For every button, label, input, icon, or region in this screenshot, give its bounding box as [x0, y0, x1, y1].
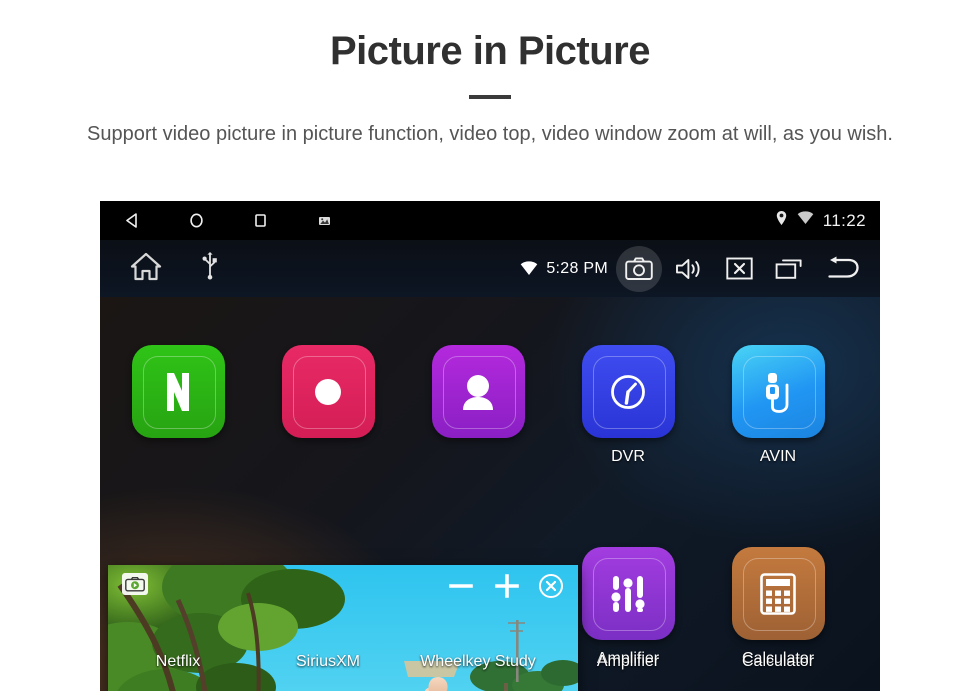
home-desktop: DVR AVIN Amplifier Calculator Netflix Si… — [100, 297, 880, 691]
siriusxm-icon — [281, 345, 375, 438]
calculator-icon — [731, 547, 825, 640]
title-divider — [469, 95, 511, 99]
usb-icon[interactable] — [202, 252, 218, 285]
minus-icon[interactable] — [446, 571, 476, 601]
wifi-icon — [520, 261, 538, 276]
app-netflix[interactable] — [108, 345, 248, 438]
netflix-icon — [131, 345, 225, 438]
app-toolbar: 5:28 PM — [100, 240, 880, 297]
device-screen: 11:22 5:28 PM DVR AVIN Amplifier Calcula… — [100, 201, 880, 691]
home-circle-icon[interactable] — [164, 201, 228, 240]
home-icon[interactable] — [130, 252, 162, 286]
dock-label-netflix[interactable]: Netflix — [108, 653, 248, 671]
toolbar-clock: 5:28 PM — [546, 259, 608, 277]
page-title: Picture in Picture — [330, 29, 650, 73]
volume-icon[interactable] — [666, 246, 712, 292]
app-label: AVIN — [759, 448, 797, 465]
location-pin-icon — [775, 210, 788, 231]
close-circle-icon[interactable] — [538, 573, 564, 599]
app-dvr[interactable]: DVR — [558, 345, 698, 466]
dock-label-siriusxm[interactable]: SiriusXM — [258, 653, 398, 671]
back-triangle-icon[interactable] — [100, 201, 164, 240]
recents-icon[interactable] — [766, 246, 812, 292]
avin-plug-icon — [731, 345, 825, 438]
dock-label-wheelkey-study[interactable]: Wheelkey Study — [408, 653, 548, 671]
plus-icon[interactable] — [492, 571, 522, 601]
app-label: DVR — [611, 448, 645, 465]
amplifier-icon — [581, 547, 675, 640]
app-wheelkey-study[interactable] — [408, 345, 548, 438]
pip-window-controls — [108, 565, 578, 607]
toolbar-left-group — [100, 252, 218, 286]
close-box-icon[interactable] — [716, 246, 762, 292]
dvr-gauge-icon — [581, 345, 675, 438]
promo-header: Picture in Picture Support video picture… — [0, 0, 980, 149]
status-bar-indicators: 11:22 — [775, 201, 866, 240]
recents-square-icon[interactable] — [228, 201, 292, 240]
wheelkey-icon — [431, 345, 525, 438]
dock-label-row: Netflix SiriusXM Wheelkey Study Amplifie… — [100, 641, 880, 691]
app-avin[interactable]: AVIN — [708, 345, 848, 466]
wifi-icon — [797, 211, 814, 230]
dock-label-calculator[interactable]: Calculator — [708, 653, 848, 671]
camera-icon[interactable] — [616, 245, 662, 292]
toolbar-right-group: 5:28 PM — [520, 240, 868, 297]
dock-label-amplifier[interactable]: Amplifier — [558, 653, 698, 671]
status-bar-clock: 11:22 — [822, 210, 866, 230]
screenshot-icon[interactable] — [292, 201, 356, 240]
app-siriusxm[interactable] — [258, 345, 398, 438]
status-bar: 11:22 — [100, 201, 880, 240]
back-arrow-icon[interactable] — [816, 246, 868, 292]
status-bar-nav-group — [100, 201, 356, 240]
page-subtitle: Support video picture in picture functio… — [87, 123, 893, 145]
